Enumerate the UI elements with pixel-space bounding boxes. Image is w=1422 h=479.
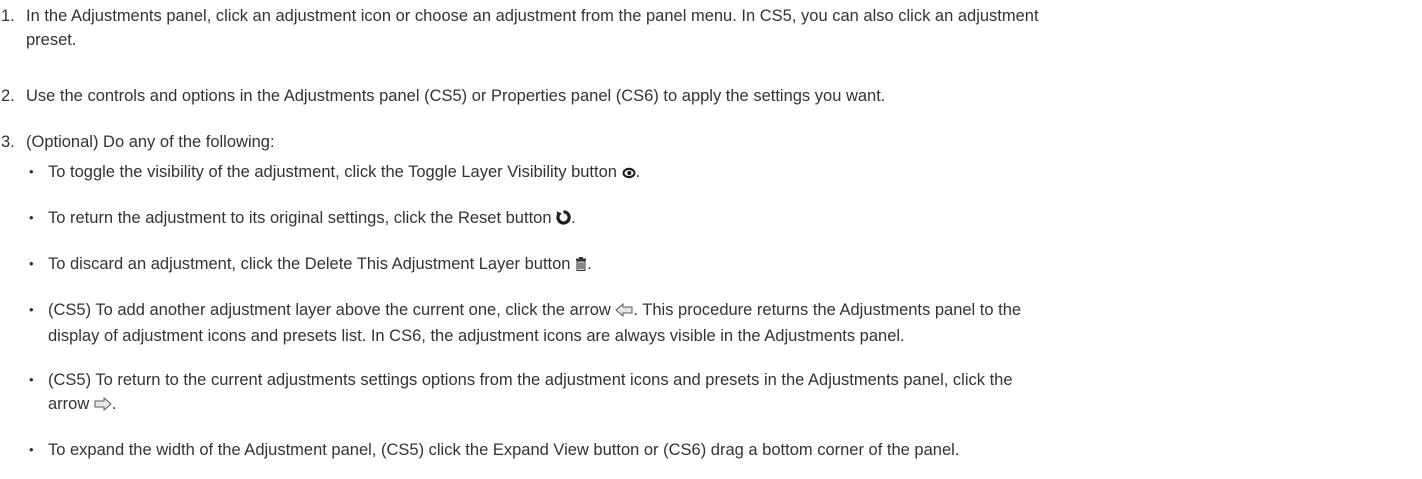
bullet-marker: • [29,302,34,317]
step-text: (Optional) Do any of the following: [26,133,275,151]
bullet-text: To discard an adjustment, click the Dele… [48,255,576,273]
arrow-right-icon [94,394,112,418]
step-number: 3. [1,133,15,151]
step-number: 2. [1,87,15,105]
bullet-marker: • [29,164,34,179]
bullet-marker: • [29,372,34,387]
bullet-marker: • [29,210,34,225]
bullet-text-end: . [111,395,117,413]
arrow-left-icon [615,300,633,324]
bullet-text-end: . [571,209,576,227]
bullet-text: To return the adjustment to its original… [48,209,557,227]
bullet-text: To expand the width of the Adjustment pa… [48,441,960,459]
trash-icon [575,254,587,278]
step-text-line: In the Adjustments panel, click an adjus… [26,7,1039,25]
step-number: 1. [1,7,15,25]
bullet-text-cont: . This procedure returns the Adjustments… [633,301,1022,319]
step-text: Use the controls and options in the Adju… [26,87,886,105]
eye-icon [622,162,636,186]
bullet-text-line2: display of adjustment icons and presets … [48,327,905,345]
step-text: In the Adjustments panel, click an adjus… [26,4,1410,52]
reset-icon [556,208,571,232]
bullet-text: (CS5) To add another adjustment layer ab… [48,301,616,319]
bullet-text: To toggle the visibility of the adjustme… [48,163,622,181]
step-text-line: preset. [26,31,77,49]
bullet-text-end: . [587,255,592,273]
bullet-text: (CS5) To return to the current adjustmen… [48,371,1013,389]
bullet-marker: • [29,442,34,457]
bullet-text-line2: arrow [48,395,94,413]
bullet-marker: • [29,256,34,271]
bullet-text-end: . [635,163,641,181]
